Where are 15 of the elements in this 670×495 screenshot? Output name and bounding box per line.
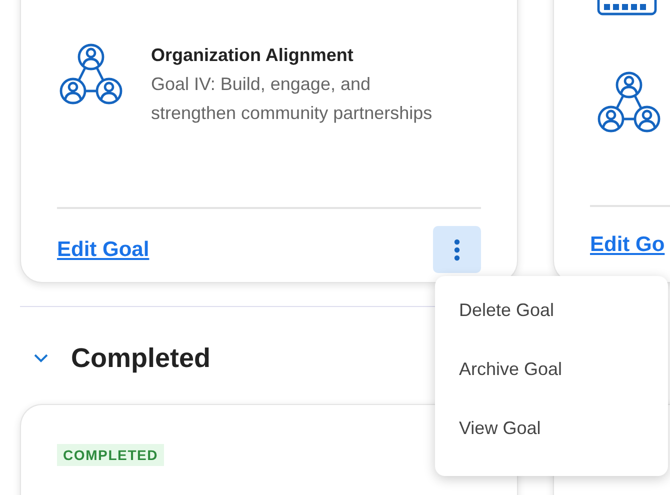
more-options-button[interactable] (433, 226, 481, 273)
edit-goal-link[interactable]: Edit Go (590, 233, 665, 256)
more-vertical-icon (454, 238, 460, 262)
menu-item[interactable]: View Goal (435, 411, 668, 446)
goal-description: Goal IV: Build, engage, and strengthen community partnerships (151, 73, 434, 125)
menu-item[interactable]: Archive Goal (435, 352, 668, 387)
goal-title: Organization Alignment (151, 45, 354, 66)
section-title: Completed (71, 342, 211, 374)
menu-item[interactable]: Delete Goal (435, 293, 668, 328)
edit-goal-link[interactable]: Edit Goal (57, 238, 150, 262)
people-network-icon (597, 71, 661, 133)
status-badge: COMPLETED (57, 444, 164, 466)
id-card-icon (597, 0, 657, 16)
people-network-icon (59, 43, 123, 105)
chevron-icon[interactable] (33, 353, 49, 363)
